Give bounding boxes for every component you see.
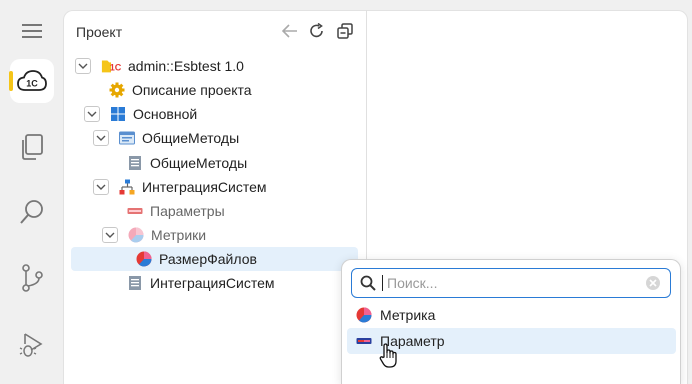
chevron-down-icon[interactable] (93, 130, 109, 146)
source-control-icon[interactable] (0, 256, 63, 300)
search-input[interactable] (383, 271, 646, 295)
tree-label: ОбщиеМетоды (150, 155, 248, 171)
module-document-icon (127, 155, 143, 171)
panel-title: Проект (76, 24, 123, 40)
popup-search-box[interactable] (351, 268, 671, 298)
chevron-down-icon[interactable] (93, 179, 109, 195)
collapse-all-icon[interactable] (336, 22, 354, 40)
metric-pie-icon (356, 307, 372, 323)
project-folder-1c-icon: 1C (101, 58, 121, 74)
metric-pie-icon (136, 251, 152, 267)
tree-label: ИнтеграцияСистем (142, 179, 267, 195)
project-1c-button[interactable]: 1C (0, 59, 63, 103)
tree-label: Основной (133, 106, 198, 122)
chevron-down-icon[interactable] (102, 227, 118, 243)
common-module-folder-icon (119, 130, 135, 146)
tree-row-filesize[interactable]: РазмерФайлов (71, 247, 358, 271)
gear-icon (109, 82, 125, 98)
hand-pointer-cursor-icon (379, 343, 399, 372)
search-icon[interactable] (0, 190, 63, 234)
tree-label: Параметры (150, 203, 225, 219)
tree-row-common-methods-item[interactable]: ОбщиеМетоды (127, 151, 247, 175)
parameter-icon (356, 333, 372, 349)
tree-row-integration-folder[interactable]: ИнтеграцияСистем (93, 175, 267, 199)
tree-row-parameters[interactable]: Параметры (127, 199, 225, 223)
tree-row-root[interactable]: 1C admin::Esbtest 1.0 (75, 54, 244, 78)
svg-text:1C: 1C (110, 63, 121, 73)
tree-label: ОбщиеМетоды (142, 130, 240, 146)
option-label: Метрика (380, 307, 436, 323)
tree-label: ИнтеграцияСистем (150, 275, 275, 291)
cloud-1c-icon: 1C (16, 70, 47, 91)
svg-text:1C: 1C (26, 79, 38, 89)
tree-row-metrics[interactable]: Метрики (102, 223, 206, 247)
tree-row-integration-item[interactable]: ИнтеграцияСистем (127, 271, 275, 295)
chevron-down-icon[interactable] (75, 58, 91, 74)
refresh-icon[interactable] (308, 22, 326, 40)
tree-row-main[interactable]: Основной (84, 102, 197, 126)
tree-row-common-methods-folder[interactable]: ОбщиеМетоды (93, 126, 239, 150)
search-icon (360, 275, 376, 291)
tree-label: РазмерФайлов (159, 251, 257, 267)
integration-flow-icon (119, 179, 135, 195)
tree-label: Метрики (151, 227, 207, 243)
module-document-icon (127, 275, 143, 291)
option-metric[interactable]: Метрика (347, 302, 676, 328)
tree-row-description[interactable]: Описание проекта (109, 78, 252, 102)
files-icon[interactable] (0, 125, 63, 169)
metrics-pie-icon (128, 227, 144, 243)
menu-icon[interactable] (0, 9, 63, 53)
subsystem-icon (110, 106, 126, 122)
run-debug-icon[interactable] (0, 323, 63, 367)
chevron-down-icon[interactable] (84, 106, 100, 122)
activity-bar: 1C (0, 0, 63, 384)
back-arrow-icon[interactable] (281, 22, 299, 40)
parameters-icon (127, 203, 143, 219)
tree-label: admin::Esbtest 1.0 (128, 58, 244, 74)
clear-search-icon[interactable] (646, 276, 660, 290)
tree-label: Описание проекта (132, 82, 252, 98)
